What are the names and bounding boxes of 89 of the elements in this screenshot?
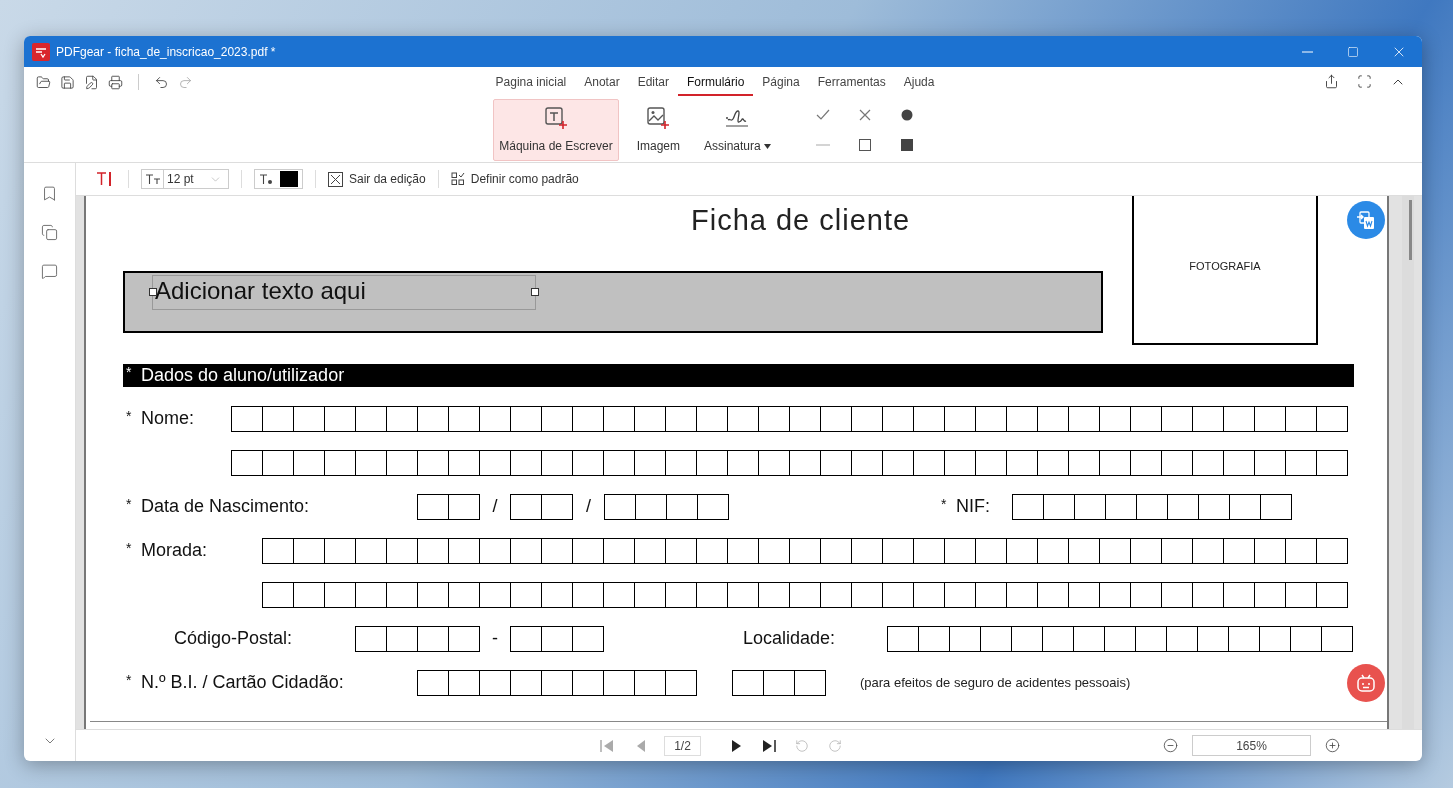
- set-default-button[interactable]: Definir como padrão: [450, 172, 579, 186]
- separator-text: -: [492, 628, 498, 648]
- robot-icon: [1355, 672, 1377, 694]
- text-color-icon: [259, 173, 273, 185]
- pages-icon[interactable]: [41, 224, 58, 241]
- field-label: N.º B.I. / Cartão Cidadão:: [141, 672, 344, 693]
- separator-text: /: [492, 496, 498, 516]
- zoom-in-icon[interactable]: [1325, 738, 1340, 753]
- minimize-icon: [1301, 50, 1313, 53]
- rotate-left-icon: [794, 738, 809, 753]
- required-mark: *: [125, 408, 133, 424]
- menu-tab[interactable]: Pagina inicial: [486, 68, 576, 96]
- letter-boxes-field[interactable]: [417, 669, 697, 696]
- filled-square-icon: [898, 136, 915, 153]
- font-size-icon: [144, 173, 161, 185]
- folder-icon[interactable]: [36, 74, 51, 90]
- color-swatch: [280, 171, 298, 187]
- first-page-icon: [598, 737, 615, 754]
- file-convert-icon: [1355, 209, 1377, 231]
- field-label: Código-Postal:: [174, 628, 293, 649]
- scrollbar[interactable]: [1402, 196, 1414, 729]
- field-label: NIF:: [956, 496, 990, 517]
- close-box-icon: [328, 171, 343, 187]
- letter-boxes-field[interactable]: [262, 537, 1348, 564]
- menu-tab[interactable]: Editar: [628, 68, 678, 96]
- square-icon: [856, 136, 873, 153]
- app-logo-icon: [32, 42, 50, 61]
- assistant-button[interactable]: [1347, 664, 1385, 702]
- letter-boxes-field[interactable]: [355, 625, 480, 652]
- letter-boxes-field[interactable]: [262, 581, 1348, 608]
- last-page-icon: [760, 737, 777, 754]
- section-title: Dados do aluno/utilizador: [141, 365, 345, 386]
- photo-label: FOTOGRAFIA: [1189, 260, 1261, 274]
- window-title: PDFgear - ficha_de_inscricao_2023.pdf *: [56, 44, 277, 59]
- exit-edit-button[interactable]: Sair da edição: [328, 171, 426, 187]
- menu-tab[interactable]: Ferramentas: [808, 68, 895, 96]
- print-icon[interactable]: [108, 74, 123, 90]
- text-box-field[interactable]: Adicionar texto aqui: [152, 275, 536, 310]
- resize-handle[interactable]: [531, 288, 539, 296]
- document-title: Ficha de cliente: [691, 204, 912, 237]
- letter-boxes-field[interactable]: [732, 669, 826, 696]
- comment-icon[interactable]: [41, 263, 58, 280]
- resize-handle[interactable]: [149, 288, 157, 296]
- required-mark: *: [125, 496, 133, 512]
- text-color-picker[interactable]: [254, 169, 303, 189]
- field-note: (para efeitos de seguro de acidentes pessoais): [860, 675, 1131, 690]
- field-label: Nome:: [141, 408, 194, 429]
- convert-to-word-button[interactable]: [1347, 201, 1385, 239]
- letter-boxes-field[interactable]: [510, 625, 604, 652]
- font-size-dropdown[interactable]: 12 pt: [141, 169, 229, 189]
- save-as-icon[interactable]: [84, 74, 99, 90]
- page-number-field[interactable]: 1/2: [664, 735, 701, 756]
- letter-boxes-field[interactable]: [417, 493, 480, 520]
- required-mark: *: [125, 364, 133, 380]
- ribbon-button[interactable]: Imagem: [630, 98, 686, 161]
- required-mark: *: [125, 672, 133, 688]
- menu-tab[interactable]: Anotar: [575, 68, 629, 96]
- ribbon-button[interactable]: Máquina de Escrever: [493, 98, 619, 161]
- share-icon[interactable]: [1324, 74, 1339, 89]
- rotate-right-icon: [827, 738, 842, 753]
- image-add-icon: [646, 106, 671, 130]
- zoom-out-icon[interactable]: [1163, 738, 1178, 753]
- maximize-icon: [1347, 45, 1359, 58]
- menu-tab[interactable]: Ajuda: [894, 68, 944, 96]
- field-label: Morada:: [141, 540, 208, 561]
- menu-tab[interactable]: Página: [753, 68, 809, 96]
- separator-text: /: [586, 496, 591, 516]
- fullscreen-icon[interactable]: [1357, 74, 1372, 89]
- text-add-icon: [543, 106, 568, 130]
- field-label: Localidade:: [743, 628, 836, 649]
- line-icon: [815, 143, 830, 146]
- undo-icon[interactable]: [154, 74, 169, 90]
- scrollbar-thumb[interactable]: [1409, 200, 1412, 260]
- save-icon[interactable]: [60, 74, 75, 90]
- bookmark-icon[interactable]: [41, 185, 58, 202]
- zoom-field[interactable]: 165%: [1192, 735, 1311, 756]
- next-icon: [729, 737, 742, 754]
- letter-boxes-field[interactable]: [604, 493, 729, 520]
- letter-boxes-field[interactable]: [887, 625, 1353, 652]
- letter-boxes-field[interactable]: [510, 493, 573, 520]
- letter-boxes-field[interactable]: [1012, 493, 1292, 520]
- grid-check-icon: [450, 172, 465, 186]
- required-mark: *: [125, 540, 133, 556]
- letter-boxes-field[interactable]: [231, 405, 1348, 432]
- ribbon-button[interactable]: Assinatura: [698, 98, 777, 161]
- menu-tab[interactable]: Formulário: [678, 68, 754, 96]
- letter-boxes-field[interactable]: [231, 449, 1348, 476]
- required-mark: *: [940, 496, 948, 512]
- field-label: Data de Nascimento:: [141, 496, 310, 517]
